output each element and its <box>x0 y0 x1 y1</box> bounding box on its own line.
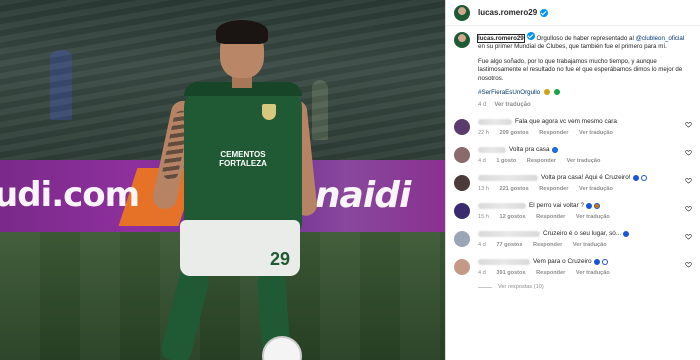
comment-time: 13 h <box>478 186 489 193</box>
caption-paragraph: Fue algo soñado, por lo que trabajamos m… <box>478 57 683 82</box>
comments-scroll[interactable]: lucas.romero29 Orgulloso de haber repres… <box>446 26 700 360</box>
emoji-icon <box>586 203 593 210</box>
comment-item: Volta pra casa 4 d 1 gosto Responder Ver… <box>454 146 692 164</box>
reply-button[interactable]: Responder <box>527 158 556 164</box>
emoji-icon <box>632 175 639 182</box>
comment-text: Vem para o Cruzeiro <box>533 258 592 266</box>
commenter-avatar[interactable] <box>454 259 470 276</box>
comment-text: Cruzeiro é o seu lugar, só... <box>543 230 622 238</box>
player-shorts: 29 <box>180 220 300 276</box>
like-heart-icon[interactable] <box>685 233 692 240</box>
like-heart-icon[interactable] <box>685 177 692 184</box>
shirt-number: 29 <box>269 249 290 269</box>
comment-time: 15 h <box>478 214 489 221</box>
reply-button[interactable]: Responder <box>536 214 565 220</box>
comment-likes[interactable]: 221 gostos <box>499 186 528 192</box>
caption-meta: 4 d Ver tradução <box>478 102 692 108</box>
comment-likes[interactable]: 12 gostos <box>499 214 525 220</box>
like-heart-icon[interactable] <box>685 121 692 128</box>
post-photo[interactable]: udi.com Snaidi CEMENTOS FORTALEZA 29 <box>0 0 445 360</box>
commenter-name-blurred[interactable] <box>478 175 538 182</box>
comment-text: El perro vai voltar ? <box>529 202 585 210</box>
green-heart-icon <box>553 89 560 96</box>
player-hair <box>216 20 268 44</box>
header-username[interactable]: lucas.romero29 <box>478 8 537 17</box>
comment-text: Fala que agora vc vem mesmo cara <box>515 118 617 126</box>
reply-button[interactable]: Responder <box>539 130 568 136</box>
commenter-avatar[interactable] <box>454 119 470 136</box>
emoji-icon <box>640 175 647 182</box>
comment-text: Volta pra casa! Aqui é Cruzeiro! <box>541 174 631 182</box>
post-header: lucas.romero29 <box>446 0 700 26</box>
see-translation-link[interactable]: Ver tradução <box>494 102 530 108</box>
view-replies-label[interactable]: Ver respostas (10) <box>498 284 544 290</box>
comments-list: Fala que agora vc vem mesmo cara 22 h 20… <box>454 118 692 276</box>
comment-likes[interactable]: 1 gosto <box>496 158 516 164</box>
see-translation-link[interactable]: Ver tradução <box>576 270 610 276</box>
like-heart-icon[interactable] <box>685 149 692 156</box>
caption-avatar[interactable] <box>454 32 470 48</box>
commenter-avatar[interactable] <box>454 175 470 192</box>
see-translation-link[interactable]: Ver tradução <box>573 242 607 248</box>
commenter-name-blurred[interactable] <box>478 259 530 266</box>
commenter-avatar[interactable] <box>454 147 470 164</box>
post-time: 4 d <box>478 102 487 109</box>
comment-time: 4 d <box>478 270 486 277</box>
comment-item: El perro vai voltar ? 15 h 12 gostos Res… <box>454 202 692 220</box>
reply-button[interactable]: Responder <box>536 270 565 276</box>
like-heart-icon[interactable] <box>685 261 692 268</box>
commenter-avatar[interactable] <box>454 231 470 248</box>
comment-text: Volta pra casa <box>509 146 550 154</box>
jersey-sponsor: CEMENTOS FORTALEZA <box>219 150 267 168</box>
caption-username[interactable]: lucas.romero29 <box>477 34 525 43</box>
comment-time: 22 h <box>478 130 489 137</box>
post-caption: lucas.romero29 Orgulloso de haber repres… <box>454 32 692 97</box>
comment-item: Volta pra casa! Aqui é Cruzeiro! 13 h 22… <box>454 174 692 192</box>
commenter-name-blurred[interactable] <box>478 147 506 154</box>
player-jersey: CEMENTOS FORTALEZA <box>184 82 302 232</box>
reply-button[interactable]: Responder <box>539 186 568 192</box>
comment-item: Cruzeiro é o seu lugar, só... 4 d 77 gos… <box>454 230 692 248</box>
comment-likes[interactable]: 391 gostos <box>496 270 525 276</box>
comment-likes[interactable]: 77 gostos <box>496 242 522 248</box>
player-figure: CEMENTOS FORTALEZA 29 <box>150 20 320 360</box>
mention-link[interactable]: @clubleon_oficial <box>636 35 685 42</box>
lion-emoji-icon <box>543 89 550 96</box>
caption-line: en su primer Mundial de Clubes, que tamb… <box>478 43 667 51</box>
comment-item: Fala que agora vc vem mesmo cara 22 h 20… <box>454 118 692 136</box>
emoji-icon <box>601 259 608 266</box>
commenter-name-blurred[interactable] <box>478 119 512 126</box>
comment-likes[interactable]: 209 gostos <box>499 130 528 136</box>
see-translation-link[interactable]: Ver tradução <box>567 158 601 164</box>
comments-panel: lucas.romero29 lucas.romero29 Orgulloso … <box>445 0 700 360</box>
reply-button[interactable]: Responder <box>533 242 562 248</box>
caption-line: Orgulloso de haber representado al <box>536 35 634 42</box>
hashtag-link[interactable]: #SerFieraEsUnOrgullo <box>478 89 540 96</box>
comment-time: 4 d <box>478 158 486 165</box>
emoji-icon <box>594 203 601 210</box>
see-translation-link[interactable]: Ver tradução <box>579 130 613 136</box>
profile-avatar[interactable] <box>454 4 470 21</box>
emoji-icon <box>623 231 630 238</box>
comment-time: 4 d <box>478 242 486 249</box>
comment-item: Vem para o Cruzeiro 4 d 391 gostos Respo… <box>454 258 692 276</box>
verified-badge-icon <box>540 8 549 17</box>
emoji-icon <box>551 147 558 154</box>
club-crest <box>262 104 276 120</box>
commenter-avatar[interactable] <box>454 203 470 220</box>
caption-text: lucas.romero29 Orgulloso de haber repres… <box>477 32 692 97</box>
see-translation-link[interactable]: Ver tradução <box>579 186 613 192</box>
view-replies-link[interactable]: Ver respostas (10) <box>478 284 692 290</box>
commenter-name-blurred[interactable] <box>478 203 526 210</box>
like-heart-icon[interactable] <box>685 205 692 212</box>
post-view: udi.com Snaidi CEMENTOS FORTALEZA 29 luc… <box>0 0 700 360</box>
ad-text-left: udi.com <box>0 175 140 215</box>
spectator <box>50 50 72 120</box>
emoji-icon <box>593 259 600 266</box>
verified-badge-icon <box>526 32 535 40</box>
player-leg <box>159 267 211 360</box>
commenter-name-blurred[interactable] <box>478 231 540 238</box>
see-translation-link[interactable]: Ver tradução <box>576 214 610 220</box>
